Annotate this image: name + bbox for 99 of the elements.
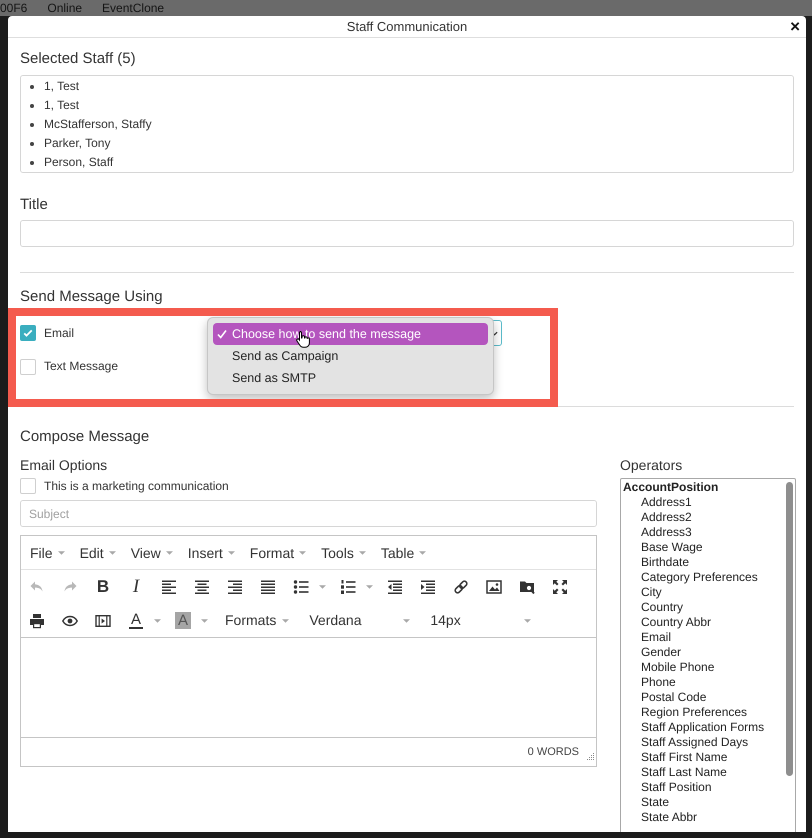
menu-option[interactable]: Send as Campaign [213, 345, 488, 367]
operator-option[interactable]: State Abbr [621, 810, 795, 825]
checkbox[interactable] [20, 358, 36, 374]
staff-name: McStafferson, Staffy [44, 117, 152, 132]
menu-button[interactable]: Format [250, 544, 306, 562]
menu-button[interactable]: View [130, 544, 173, 562]
caret-icon [419, 550, 426, 554]
align-right-icon [227, 579, 243, 595]
numbered-list-icon [340, 579, 356, 595]
field-label: Title [20, 195, 49, 215]
title-input[interactable] [20, 220, 794, 247]
word-count: 0 WORDS [528, 745, 579, 759]
operator-option[interactable]: Address1 [621, 495, 795, 510]
caret-icon [154, 618, 160, 622]
operator-option[interactable]: Postal Code [621, 690, 795, 705]
field-label: Email Options [20, 456, 108, 474]
operator-option[interactable]: Staff Position [621, 780, 795, 795]
outdent-icon [387, 579, 403, 595]
operator-option[interactable]: Category Preferences [621, 570, 795, 585]
section-heading: Selected Staff (5) [20, 49, 137, 69]
page-header-text: EventClone [102, 1, 164, 15]
menu-button[interactable]: Table [380, 544, 426, 562]
link-icon [453, 579, 469, 595]
section-heading: Send Message Using [20, 288, 164, 306]
bullet-icon [30, 84, 34, 88]
fullscreen-icon [552, 579, 568, 595]
bullet-icon [30, 160, 34, 164]
menu-button[interactable]: Edit [80, 544, 116, 562]
font-family-select[interactable]: Verdana [300, 606, 416, 634]
operator-option[interactable]: Address3 [621, 525, 795, 540]
operator-group-label: AccountPosition [622, 480, 720, 495]
font-size-select[interactable]: 14px [421, 606, 538, 634]
operator-option[interactable]: Region Preferences [621, 705, 795, 720]
operator-option[interactable]: Staff Assigned Days [621, 735, 795, 750]
page-header-text: 00F6 [0, 1, 28, 15]
page-header-text: Online [47, 1, 82, 15]
printer-icon [29, 612, 45, 628]
operator-option[interactable]: Staff Last Name [621, 765, 795, 780]
menu-option[interactable]: Send as SMTP [213, 367, 488, 389]
checkbox[interactable] [20, 478, 36, 494]
bold-button[interactable]: B [89, 573, 117, 601]
align-center-icon [194, 579, 210, 595]
section-heading: Compose Message [20, 427, 150, 447]
operators-listbox[interactable] [620, 478, 796, 832]
operator-option[interactable]: Birthdate [621, 555, 795, 570]
caret-icon [366, 585, 372, 589]
italic-button[interactable]: I [122, 573, 150, 601]
caret-icon [318, 585, 326, 589]
menu-button[interactable]: File [30, 544, 65, 562]
operator-option[interactable]: Staff Application Forms [621, 720, 795, 735]
caret-icon [108, 550, 116, 554]
check-icon [217, 329, 227, 339]
text-color-button[interactable]: A [122, 606, 164, 634]
bullet-icon [30, 122, 34, 126]
caret-icon [299, 550, 306, 554]
operator-option[interactable]: Phone [621, 675, 795, 690]
checkbox-label: This is a marketing communication [44, 478, 229, 494]
align-left-icon [161, 579, 177, 595]
operator-option[interactable]: Country Abbr [621, 615, 795, 630]
folder-search-icon [519, 579, 535, 595]
caret-icon [228, 550, 235, 554]
operator-option[interactable]: City [621, 585, 795, 600]
staff-name: Parker, Tony [44, 136, 110, 151]
operator-option[interactable]: Base Wage [621, 540, 795, 555]
caret-icon [524, 618, 532, 622]
caret-icon [403, 618, 410, 622]
justify-icon [260, 579, 276, 595]
caret-icon [358, 550, 366, 554]
film-icon [95, 612, 111, 628]
formats-select[interactable]: Formats [216, 606, 296, 634]
check-icon [22, 327, 34, 339]
checkbox-label: Text Message [44, 359, 118, 374]
dialog-title: Staff Communication [346, 18, 468, 34]
menu-button[interactable]: Insert [188, 544, 235, 562]
operator-option[interactable]: Email [621, 630, 795, 645]
close-button[interactable]: × [790, 18, 800, 34]
operator-option[interactable]: Address2 [621, 510, 795, 525]
subject-input[interactable]: Subject [20, 500, 597, 527]
staff-name: 1, Test [44, 79, 80, 94]
operator-option[interactable]: Country [621, 600, 795, 615]
caret-icon [282, 618, 290, 622]
operator-option[interactable]: Staff First Name [621, 750, 795, 765]
bullet-list-icon [293, 579, 309, 595]
operator-option[interactable]: Gender [621, 645, 795, 660]
operator-option[interactable]: State [621, 795, 795, 810]
bullet-icon [30, 104, 34, 108]
checkbox[interactable] [20, 325, 36, 341]
staff-name: 1, Test [44, 98, 80, 113]
indent-icon [420, 579, 436, 595]
menu-button[interactable]: Tools [321, 544, 366, 562]
caret-icon [58, 550, 65, 554]
image-icon [486, 579, 502, 595]
field-label: Operators [620, 456, 684, 474]
checkbox-label: Email [44, 326, 74, 340]
bullet-icon [30, 142, 34, 146]
operator-option[interactable]: Mobile Phone [621, 660, 795, 675]
caret-icon [200, 618, 208, 622]
caret-icon [166, 550, 173, 554]
staff-name: Person, Staff [44, 155, 114, 170]
